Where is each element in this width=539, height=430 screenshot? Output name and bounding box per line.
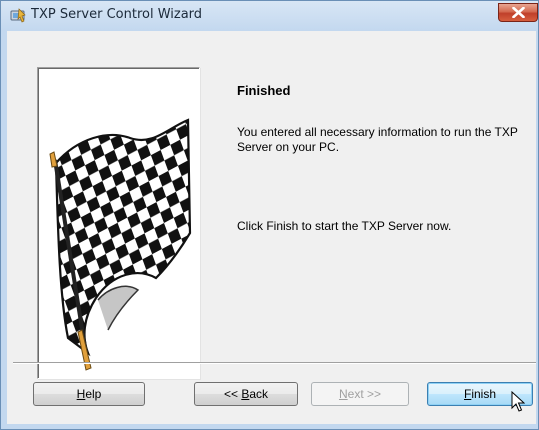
finish-label: inish xyxy=(471,387,497,401)
help-label: elp xyxy=(85,387,102,401)
back-prefix: << xyxy=(223,387,242,401)
close-icon xyxy=(512,7,525,18)
wizard-page: Finished You entered all necessary infor… xyxy=(7,31,536,424)
help-mnemonic: H xyxy=(76,387,86,401)
title-bar[interactable]: TXP Server Control Wizard xyxy=(1,1,538,31)
instruction-text: Click Finish to start the TXP Server now… xyxy=(237,219,452,233)
window-title: TXP Server Control Wizard xyxy=(31,7,203,22)
back-label: ack xyxy=(249,387,269,401)
help-button[interactable]: Help xyxy=(33,382,145,406)
wizard-app-icon xyxy=(10,8,26,24)
page-heading: Finished xyxy=(237,83,291,98)
wizard-banner xyxy=(37,67,200,379)
back-mnemonic: B xyxy=(241,387,250,401)
next-mnemonic: N xyxy=(338,387,348,401)
checkered-flag-image xyxy=(49,118,192,371)
info-text: You entered all necessary information to… xyxy=(237,125,518,154)
next-label: ext >> xyxy=(347,387,382,401)
mouse-cursor-icon xyxy=(511,391,525,412)
close-button[interactable] xyxy=(498,3,538,22)
finish-mnemonic: F xyxy=(463,387,472,401)
button-separator xyxy=(13,362,536,364)
next-button[interactable]: Next >> xyxy=(311,382,409,406)
back-button[interactable]: << Back xyxy=(194,382,298,406)
wizard-window: TXP Server Control Wizard Finished You e… xyxy=(0,0,539,430)
